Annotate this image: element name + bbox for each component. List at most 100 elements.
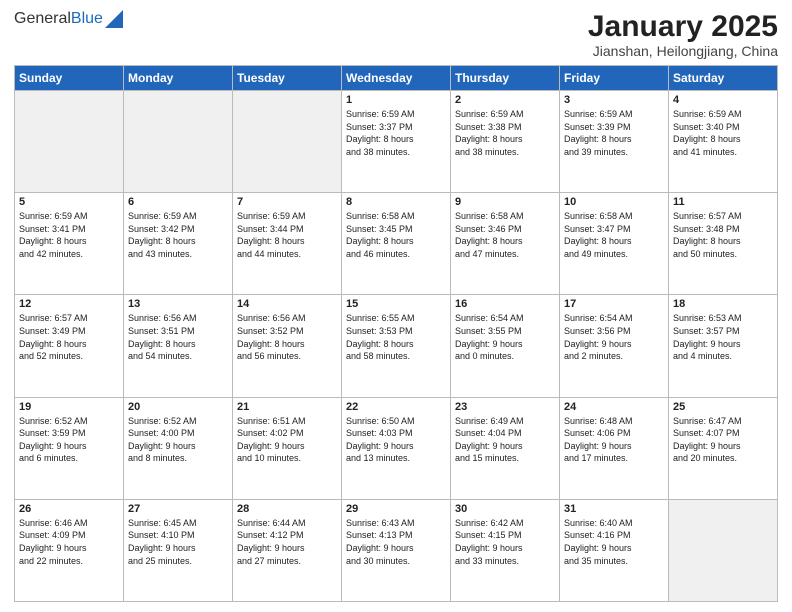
calendar-cell: 13Sunrise: 6:56 AMSunset: 3:51 PMDayligh…	[124, 295, 233, 397]
day-info: Sunrise: 6:59 AMSunset: 3:42 PMDaylight:…	[128, 210, 228, 260]
day-info: Sunrise: 6:59 AMSunset: 3:37 PMDaylight:…	[346, 108, 446, 158]
day-number: 22	[346, 401, 446, 413]
calendar-cell: 17 Sunrise: 6:54 AMSunset: 3:56 PMDayligh…	[560, 295, 669, 397]
day-number: 28	[237, 503, 337, 515]
calendar-week-row-3: 19Sunrise: 6:52 AMSunset: 3:59 PMDayligh…	[15, 397, 778, 499]
day-number: 8	[346, 196, 446, 208]
calendar-week-row-4: 26Sunrise: 6:46 AMSunset: 4:09 PMDayligh…	[15, 499, 778, 601]
day-number: 24	[564, 401, 664, 413]
day-info: Sunrise: 6:51 AMSunset: 4:02 PMDaylight:…	[237, 415, 337, 465]
logo-blue-text: Blue	[71, 10, 103, 28]
calendar-cell: 8 Sunrise: 6:58 AMSunset: 3:45 PMDaylight…	[342, 193, 451, 295]
calendar-cell: 9 Sunrise: 6:58 AMSunset: 3:46 PMDaylight…	[451, 193, 560, 295]
day-number: 15	[346, 298, 446, 310]
header-tuesday: Tuesday	[233, 66, 342, 91]
day-number: 3	[564, 94, 664, 106]
day-info: Sunrise: 6:59 AMSunset: 3:41 PMDaylight:…	[19, 210, 119, 260]
calendar-cell: 10 Sunrise: 6:58 AMSunset: 3:47 PMDayligh…	[560, 193, 669, 295]
calendar-cell: 11 Sunrise: 6:57 AMSunset: 3:48 PMDayligh…	[669, 193, 778, 295]
header-sunday: Sunday	[15, 66, 124, 91]
calendar-week-row-1: 5 Sunrise: 6:59 AMSunset: 3:41 PMDaylight…	[15, 193, 778, 295]
day-info: Sunrise: 6:59 AMSunset: 3:38 PMDaylight:…	[455, 108, 555, 158]
day-number: 23	[455, 401, 555, 413]
calendar-table: Sunday Monday Tuesday Wednesday Thursday…	[14, 65, 778, 602]
day-number: 12	[19, 298, 119, 310]
day-info: Sunrise: 6:48 AMSunset: 4:06 PMDaylight:…	[564, 415, 664, 465]
day-number: 18	[673, 298, 773, 310]
day-number: 20	[128, 401, 228, 413]
calendar-cell: 21 Sunrise: 6:51 AMSunset: 4:02 PMDayligh…	[233, 397, 342, 499]
day-number: 31	[564, 503, 664, 515]
calendar-cell	[15, 91, 124, 193]
day-info: Sunrise: 6:45 AMSunset: 4:10 PMDaylight:…	[128, 517, 228, 567]
day-number: 17	[564, 298, 664, 310]
day-info: Sunrise: 6:50 AMSunset: 4:03 PMDaylight:…	[346, 415, 446, 465]
day-info: Sunrise: 6:58 AMSunset: 3:47 PMDaylight:…	[564, 210, 664, 260]
logo-triangle-icon	[105, 10, 123, 28]
calendar-cell: 30 Sunrise: 6:42 AMSunset: 4:15 PMDayligh…	[451, 499, 560, 601]
day-info: Sunrise: 6:52 AMSunset: 4:00 PMDaylight:…	[128, 415, 228, 465]
day-info: Sunrise: 6:40 AMSunset: 4:16 PMDaylight:…	[564, 517, 664, 567]
day-info: Sunrise: 6:58 AMSunset: 3:45 PMDaylight:…	[346, 210, 446, 260]
day-number: 10	[564, 196, 664, 208]
header-monday: Monday	[124, 66, 233, 91]
day-info: Sunrise: 6:43 AMSunset: 4:13 PMDaylight:…	[346, 517, 446, 567]
day-number: 9	[455, 196, 555, 208]
header-wednesday: Wednesday	[342, 66, 451, 91]
day-info: Sunrise: 6:57 AMSunset: 3:49 PMDaylight:…	[19, 312, 119, 362]
calendar-cell	[669, 499, 778, 601]
day-info: Sunrise: 6:46 AMSunset: 4:09 PMDaylight:…	[19, 517, 119, 567]
day-number: 2	[455, 94, 555, 106]
day-number: 19	[19, 401, 119, 413]
day-info: Sunrise: 6:54 AMSunset: 3:56 PMDaylight:…	[564, 312, 664, 362]
calendar-cell: 27Sunrise: 6:45 AMSunset: 4:10 PMDayligh…	[124, 499, 233, 601]
page-title: January 2025	[588, 10, 778, 43]
day-info: Sunrise: 6:59 AMSunset: 3:44 PMDaylight:…	[237, 210, 337, 260]
calendar-week-row-2: 12 Sunrise: 6:57 AMSunset: 3:49 PMDayligh…	[15, 295, 778, 397]
calendar-cell: 20 Sunrise: 6:52 AMSunset: 4:00 PMDayligh…	[124, 397, 233, 499]
logo-general-text: General	[14, 10, 71, 28]
day-info: Sunrise: 6:55 AMSunset: 3:53 PMDaylight:…	[346, 312, 446, 362]
calendar-cell: 18 Sunrise: 6:53 AMSunset: 3:57 PMDayligh…	[669, 295, 778, 397]
day-info: Sunrise: 6:49 AMSunset: 4:04 PMDaylight:…	[455, 415, 555, 465]
calendar-cell	[124, 91, 233, 193]
calendar-cell: 31 Sunrise: 6:40 AMSunset: 4:16 PMDayligh…	[560, 499, 669, 601]
header-saturday: Saturday	[669, 66, 778, 91]
day-number: 1	[346, 94, 446, 106]
day-number: 30	[455, 503, 555, 515]
header-thursday: Thursday	[451, 66, 560, 91]
calendar-header-row: Sunday Monday Tuesday Wednesday Thursday…	[15, 66, 778, 91]
calendar-cell: 7 Sunrise: 6:59 AMSunset: 3:44 PMDaylight…	[233, 193, 342, 295]
calendar-cell: 24 Sunrise: 6:48 AMSunset: 4:06 PMDayligh…	[560, 397, 669, 499]
day-info: Sunrise: 6:58 AMSunset: 3:46 PMDaylight:…	[455, 210, 555, 260]
logo: GeneralBlue	[14, 10, 123, 28]
calendar-cell: 14Sunrise: 6:56 AMSunset: 3:52 PMDayligh…	[233, 295, 342, 397]
calendar-cell: 29Sunrise: 6:43 AMSunset: 4:13 PMDayligh…	[342, 499, 451, 601]
header-friday: Friday	[560, 66, 669, 91]
calendar-cell: 16 Sunrise: 6:54 AMSunset: 3:55 PMDayligh…	[451, 295, 560, 397]
calendar-cell: 23 Sunrise: 6:49 AMSunset: 4:04 PMDayligh…	[451, 397, 560, 499]
day-number: 14	[237, 298, 337, 310]
header: GeneralBlue January 2025 Jianshan, Heilo…	[14, 10, 778, 59]
calendar-cell: 1 Sunrise: 6:59 AMSunset: 3:37 PMDaylight…	[342, 91, 451, 193]
day-number: 5	[19, 196, 119, 208]
day-number: 25	[673, 401, 773, 413]
day-number: 21	[237, 401, 337, 413]
calendar-cell: 22 Sunrise: 6:50 AMSunset: 4:03 PMDayligh…	[342, 397, 451, 499]
day-number: 13	[128, 298, 228, 310]
calendar-cell: 28Sunrise: 6:44 AMSunset: 4:12 PMDayligh…	[233, 499, 342, 601]
calendar-cell: 4Sunrise: 6:59 AMSunset: 3:40 PMDaylight…	[669, 91, 778, 193]
day-info: Sunrise: 6:42 AMSunset: 4:15 PMDaylight:…	[455, 517, 555, 567]
day-number: 11	[673, 196, 773, 208]
page-subtitle: Jianshan, Heilongjiang, China	[588, 43, 778, 59]
day-info: Sunrise: 6:59 AMSunset: 3:40 PMDaylight:…	[673, 108, 773, 158]
calendar-cell: 15 Sunrise: 6:55 AMSunset: 3:53 PMDayligh…	[342, 295, 451, 397]
day-info: Sunrise: 6:54 AMSunset: 3:55 PMDaylight:…	[455, 312, 555, 362]
day-info: Sunrise: 6:57 AMSunset: 3:48 PMDaylight:…	[673, 210, 773, 260]
day-info: Sunrise: 6:53 AMSunset: 3:57 PMDaylight:…	[673, 312, 773, 362]
day-number: 16	[455, 298, 555, 310]
calendar-cell: 26Sunrise: 6:46 AMSunset: 4:09 PMDayligh…	[15, 499, 124, 601]
calendar-cell: 2 Sunrise: 6:59 AMSunset: 3:38 PMDaylight…	[451, 91, 560, 193]
day-number: 7	[237, 196, 337, 208]
day-info: Sunrise: 6:59 AMSunset: 3:39 PMDaylight:…	[564, 108, 664, 158]
